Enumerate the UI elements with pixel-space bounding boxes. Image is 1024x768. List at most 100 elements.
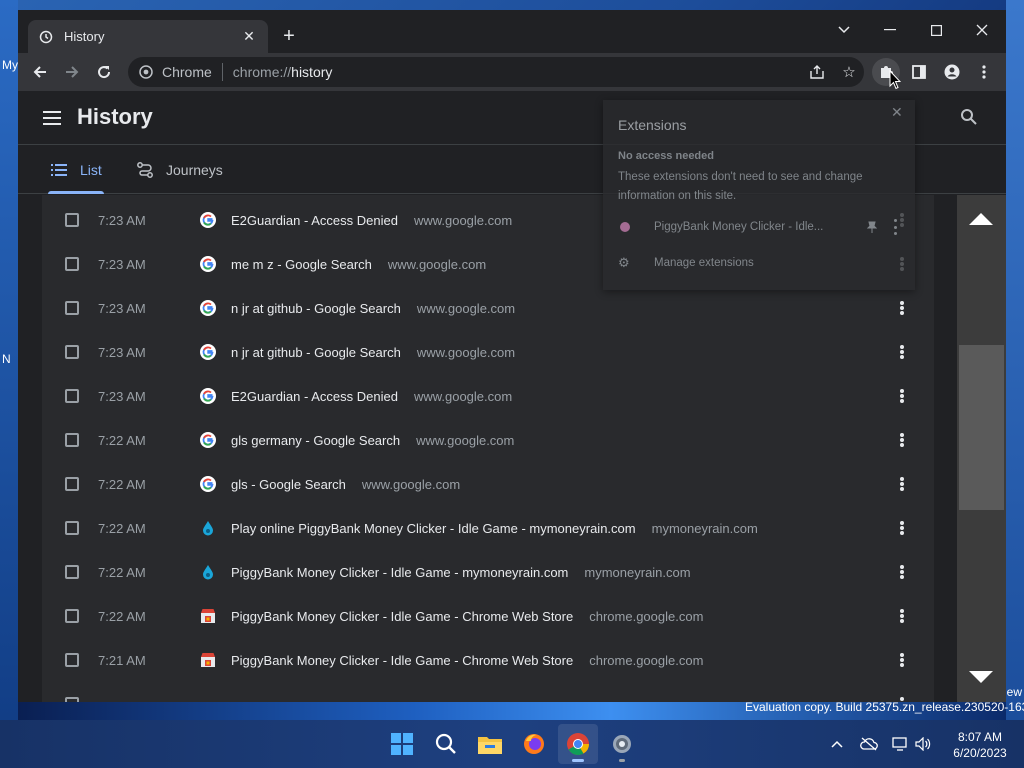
- entry-domain: chrome.google.com: [589, 608, 704, 624]
- file-explorer-icon[interactable]: [470, 724, 510, 764]
- active-app-indicator: [572, 759, 584, 762]
- tab-journeys[interactable]: Journeys: [136, 146, 223, 194]
- journeys-icon: [136, 161, 154, 179]
- row-checkbox[interactable]: [65, 257, 79, 271]
- search-icon[interactable]: [960, 108, 980, 128]
- entry-title: me m z - Google Search: [231, 256, 372, 272]
- history-row[interactable]: 7:23 AM E2Guardian - Access Denied www.goo…: [42, 374, 934, 418]
- running-app-indicator: [619, 759, 625, 762]
- row-checkbox[interactable]: [65, 389, 79, 403]
- extension-more-icon[interactable]: [892, 219, 898, 235]
- more-actions-icon[interactable]: [894, 298, 910, 318]
- history-entry-link[interactable]: gls germany - Google Search www.google.co…: [231, 433, 514, 448]
- more-actions-icon[interactable]: [894, 650, 910, 670]
- minimize-icon[interactable]: [870, 16, 910, 44]
- profile-avatar-icon[interactable]: [938, 58, 966, 86]
- more-actions-icon[interactable]: [894, 606, 910, 626]
- history-row-partial[interactable]: [42, 682, 934, 702]
- settings-icon[interactable]: [602, 724, 642, 764]
- history-entry-link[interactable]: PiggyBank Money Clicker - Idle Game - Ch…: [231, 609, 703, 624]
- entry-title: E2Guardian - Access Denied: [231, 212, 398, 228]
- clock-date: 6/20/2023: [953, 746, 1007, 760]
- more-actions-icon[interactable]: [894, 518, 910, 538]
- extension-item[interactable]: PiggyBank Money Clicker - Idle...: [618, 216, 908, 238]
- tab-search-icon[interactable]: [824, 16, 864, 44]
- bookmark-star-icon[interactable]: ☆: [835, 58, 863, 86]
- address-bar[interactable]: Chrome chrome:// history ☆: [128, 57, 864, 87]
- scrollbar[interactable]: [957, 195, 1006, 702]
- reload-icon[interactable]: [90, 58, 118, 86]
- chrome-icon[interactable]: [558, 724, 598, 764]
- desktop-label: My: [2, 58, 18, 72]
- history-row[interactable]: 7:22 AM PiggyBank Money Clicker - Idle Ga…: [42, 594, 934, 638]
- history-row[interactable]: 7:22 AM gls germany - Google Search www.go…: [42, 418, 934, 462]
- section-title: No access needed: [618, 150, 714, 162]
- share-icon[interactable]: [803, 58, 831, 86]
- row-checkbox[interactable]: [65, 213, 79, 227]
- more-actions-icon[interactable]: [894, 342, 910, 362]
- chevron-up-icon[interactable]: [826, 734, 848, 754]
- more-actions-icon[interactable]: [894, 562, 910, 582]
- row-checkbox[interactable]: [65, 477, 79, 491]
- maximize-icon[interactable]: [916, 16, 956, 44]
- row-checkbox[interactable]: [65, 345, 79, 359]
- visit-time: 7:23 AM: [98, 256, 146, 272]
- chrome-logo-icon: [138, 64, 154, 80]
- hamburger-menu-icon[interactable]: [42, 108, 62, 128]
- history-icon: [38, 29, 54, 45]
- firefox-icon[interactable]: [514, 724, 554, 764]
- history-row[interactable]: 7:22 AM gls - Google Search www.google.com: [42, 462, 934, 506]
- history-entry-link[interactable]: n jr at github - Google Search www.google…: [231, 301, 515, 316]
- more-actions-icon[interactable]: [894, 386, 910, 406]
- side-panel-icon[interactable]: [905, 58, 933, 86]
- tab-list[interactable]: List: [50, 146, 102, 194]
- scroll-up-arrow-icon[interactable]: [969, 213, 993, 225]
- mouse-cursor-icon: [889, 69, 902, 90]
- volume-icon[interactable]: [912, 734, 934, 754]
- forward-icon[interactable]: [58, 58, 86, 86]
- history-row[interactable]: 7:23 AM n jr at github - Google Search www…: [42, 286, 934, 330]
- new-tab-button[interactable]: +: [276, 23, 302, 49]
- close-icon[interactable]: ✕: [891, 104, 903, 121]
- history-entry-link[interactable]: E2Guardian - Access Denied www.google.com: [231, 213, 512, 228]
- history-entry-link[interactable]: PiggyBank Money Clicker - Idle Game - my…: [231, 565, 691, 580]
- system-clock[interactable]: 8:07 AM 6/20/2023: [944, 729, 1016, 761]
- history-row[interactable]: 7:22 AM PiggyBank Money Clicker - Idle Ga…: [42, 550, 934, 594]
- row-checkbox[interactable]: [65, 521, 79, 535]
- back-icon[interactable]: [26, 58, 54, 86]
- history-entry-link[interactable]: gls - Google Search www.google.com: [231, 477, 460, 492]
- tab-history[interactable]: History ✕: [28, 20, 268, 53]
- more-actions-icon[interactable]: [894, 430, 910, 450]
- entry-domain: mymoneyrain.com: [584, 564, 691, 580]
- windows-start-icon[interactable]: [382, 724, 422, 764]
- manage-extensions-link[interactable]: ⚙ Manage extensions: [618, 256, 754, 270]
- more-actions-icon[interactable]: [894, 694, 910, 702]
- history-row[interactable]: 7:21 AM PiggyBank Money Clicker - Idle Ga…: [42, 638, 934, 682]
- visit-time: 7:23 AM: [98, 388, 146, 404]
- cloud-offline-icon[interactable]: [858, 734, 880, 754]
- search-icon[interactable]: [426, 724, 466, 764]
- network-icon[interactable]: [890, 734, 912, 754]
- pin-icon[interactable]: [866, 220, 878, 233]
- history-entry-link[interactable]: E2Guardian - Access Denied www.google.com: [231, 389, 512, 404]
- entry-domain: www.google.com: [361, 476, 461, 492]
- close-tab-icon[interactable]: ✕: [240, 28, 258, 45]
- scrollbar-thumb[interactable]: [959, 345, 1004, 510]
- history-entry-link[interactable]: Play online PiggyBank Money Clicker - Id…: [231, 521, 758, 536]
- row-checkbox[interactable]: [65, 609, 79, 623]
- row-checkbox[interactable]: [65, 301, 79, 315]
- history-entry-link[interactable]: me m z - Google Search www.google.com: [231, 257, 486, 272]
- close-window-icon[interactable]: [962, 16, 1002, 44]
- row-checkbox[interactable]: [65, 697, 79, 702]
- history-entry-link[interactable]: n jr at github - Google Search www.google…: [231, 345, 515, 360]
- more-actions-icon[interactable]: [894, 474, 910, 494]
- history-row[interactable]: 7:22 AM Play online PiggyBank Money Click…: [42, 506, 934, 550]
- row-checkbox[interactable]: [65, 565, 79, 579]
- row-checkbox[interactable]: [65, 433, 79, 447]
- kebab-menu-icon[interactable]: [970, 58, 998, 86]
- scroll-down-arrow-icon[interactable]: [969, 671, 993, 683]
- row-checkbox[interactable]: [65, 653, 79, 667]
- history-row[interactable]: 7:23 AM n jr at github - Google Search www…: [42, 330, 934, 374]
- list-icon: [50, 161, 68, 179]
- history-entry-link[interactable]: PiggyBank Money Clicker - Idle Game - Ch…: [231, 653, 703, 668]
